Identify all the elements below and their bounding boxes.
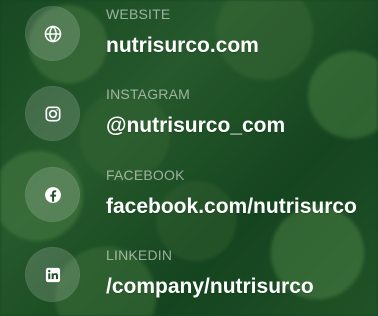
instagram-contact: INSTAGRAM @nutrisurco_com (0, 85, 378, 155)
facebook-contact: FACEBOOK facebook.com/nutrisurco (0, 166, 378, 236)
globe-icon (25, 6, 80, 61)
facebook-icon (25, 167, 80, 222)
facebook-label: FACEBOOK (106, 167, 185, 183)
instagram-link[interactable]: @nutrisurco_com (106, 115, 285, 136)
linkedin-contact: LINKEDIN /company/nutrisurco (0, 246, 378, 316)
instagram-label: INSTAGRAM (106, 86, 190, 102)
website-label: WEBSITE (106, 6, 171, 22)
facebook-link[interactable]: facebook.com/nutrisurco (106, 196, 357, 217)
website-contact: WEBSITE nutrisurco.com (0, 5, 378, 75)
linkedin-link[interactable]: /company/nutrisurco (106, 276, 314, 297)
linkedin-icon (25, 247, 80, 302)
instagram-icon (25, 86, 80, 141)
website-link[interactable]: nutrisurco.com (106, 35, 259, 56)
linkedin-label: LINKEDIN (106, 247, 173, 263)
